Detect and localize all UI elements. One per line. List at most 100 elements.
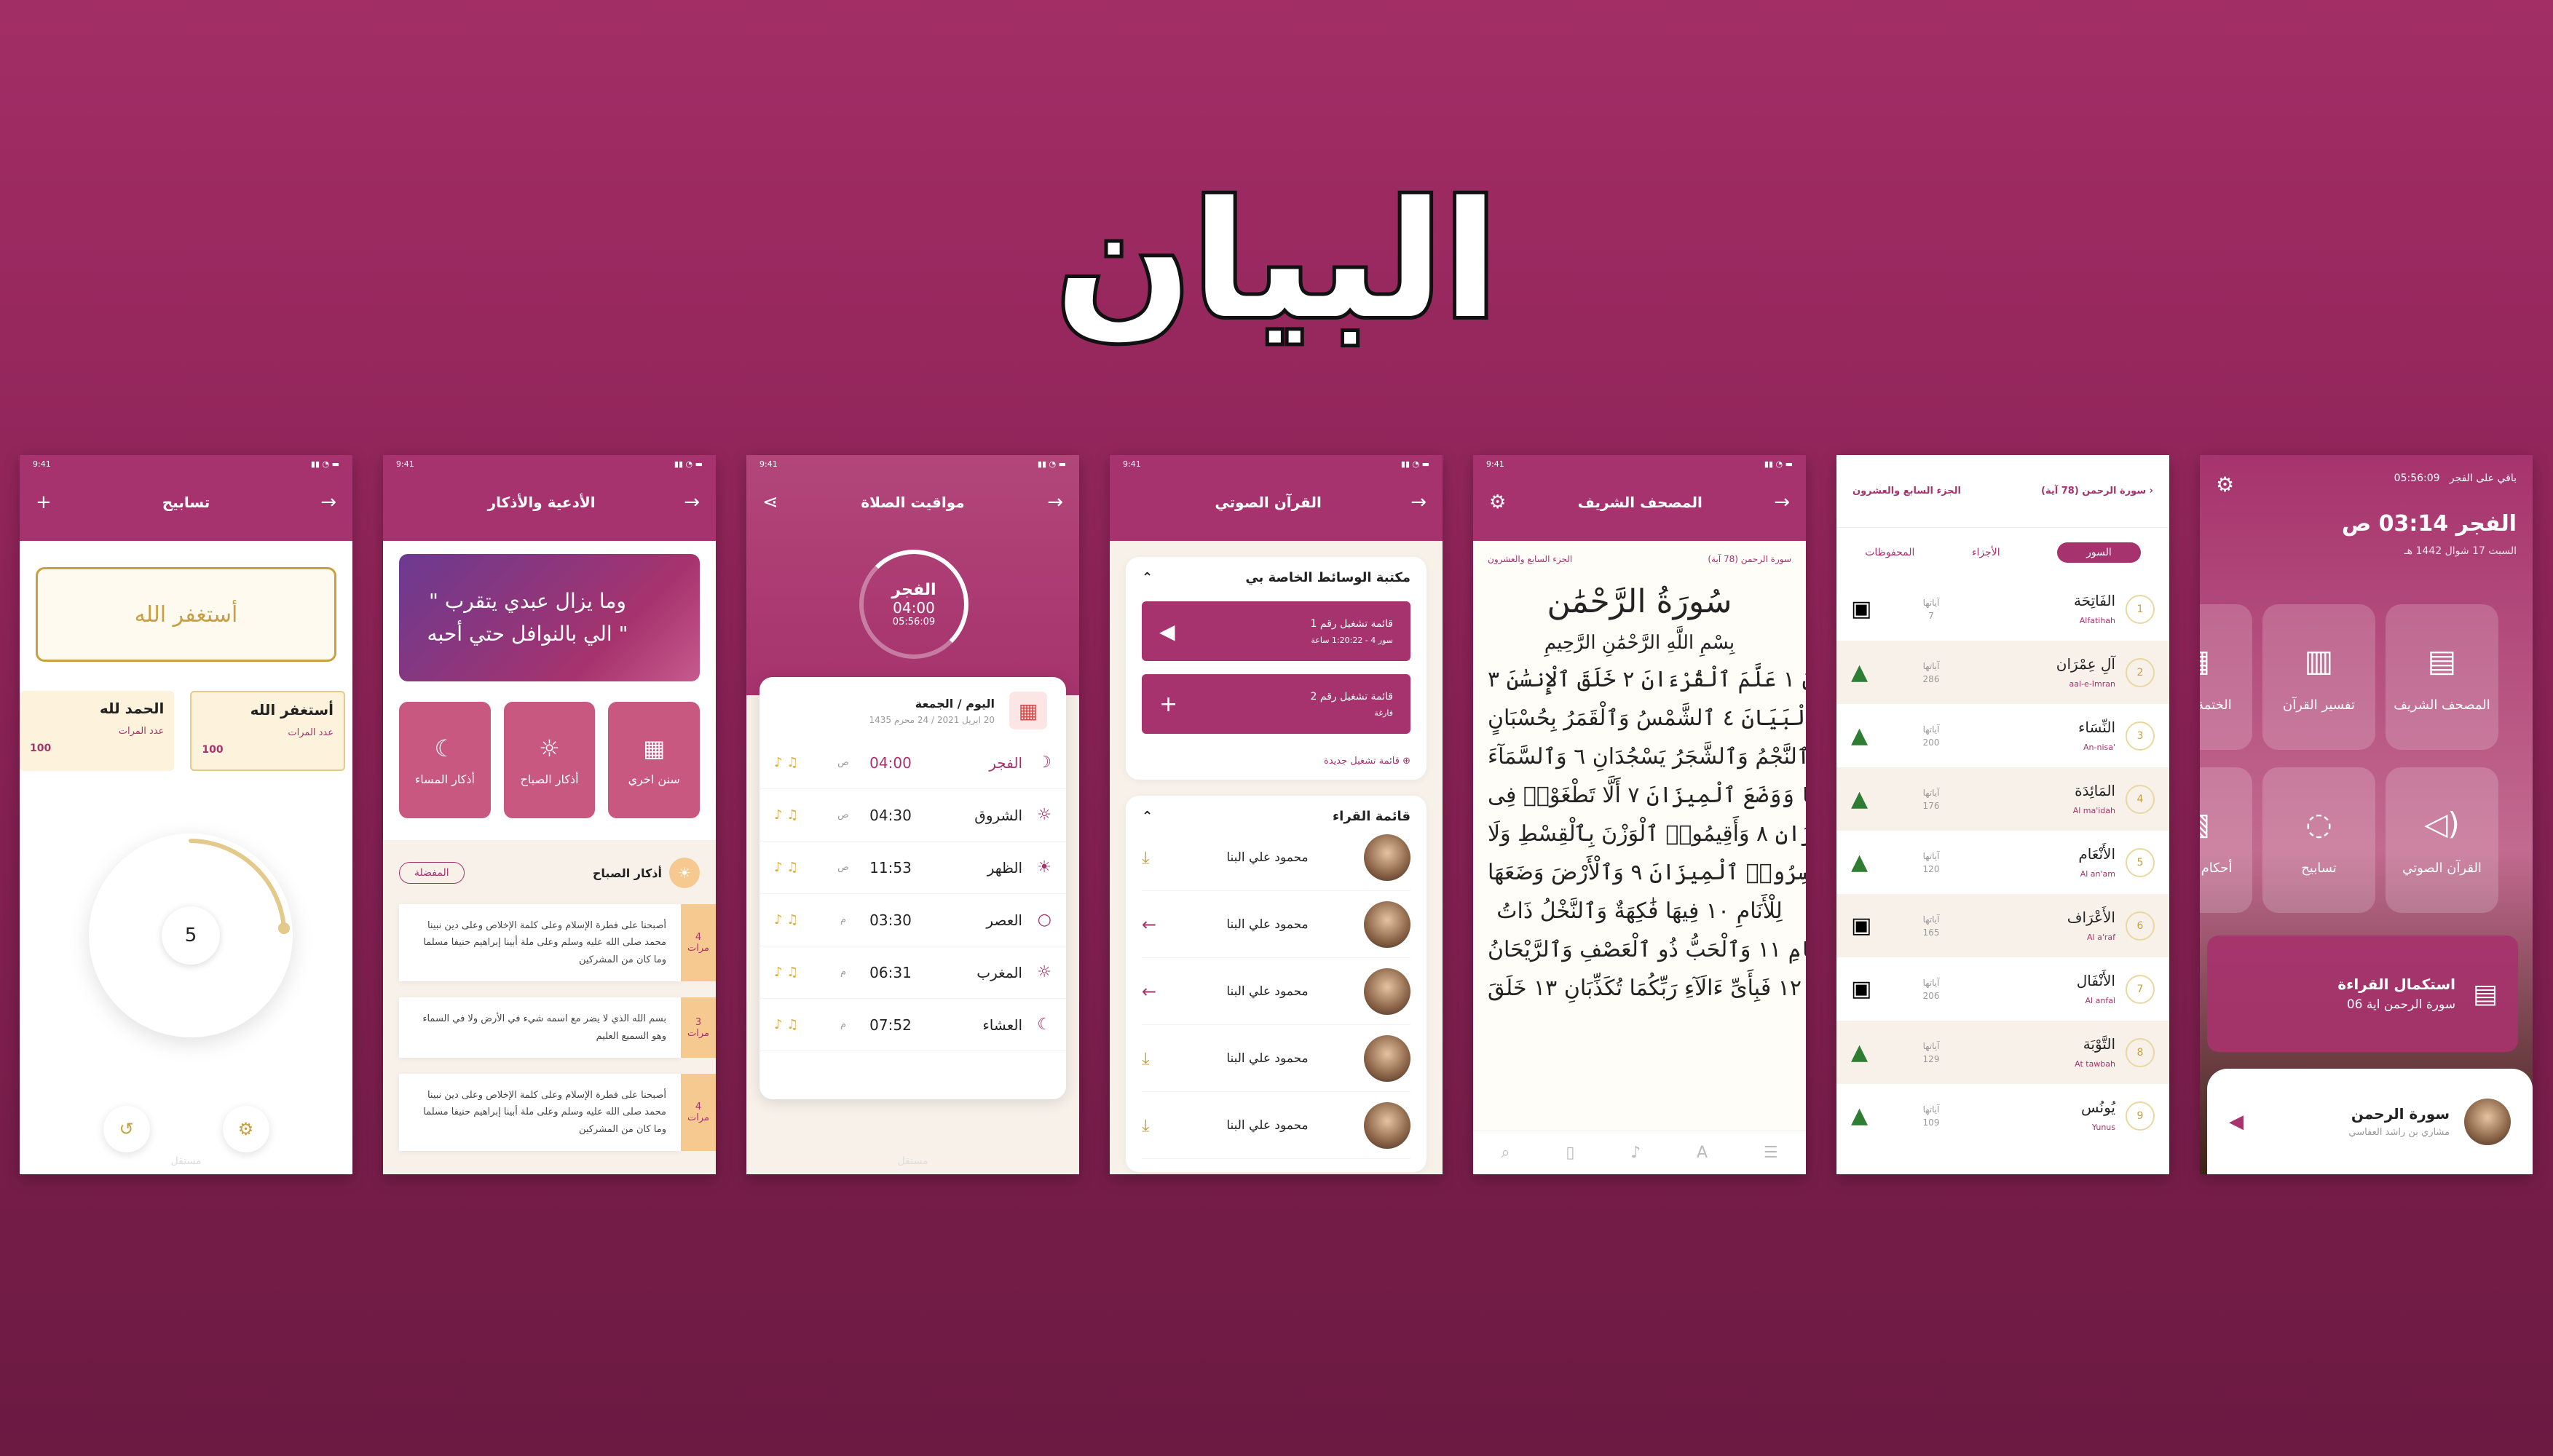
tile-mushaf[interactable]: ▤ المصحف الشريف — [2386, 604, 2498, 750]
surah-row[interactable]: ▲ آياتها 176 المَائِدَة Al ma'idah 4 — [1836, 767, 2169, 831]
surah-row[interactable]: ▲ آياتها 286 آلِ عِمْرَان aal-e-Imran 2 — [1836, 641, 2169, 704]
download-icon[interactable]: ⤓ — [1142, 847, 1171, 868]
add-icon[interactable]: + — [1159, 692, 1177, 717]
category-evening[interactable]: ☾ أذكار المساء — [399, 702, 491, 818]
arrow-left-icon[interactable]: ← — [1142, 981, 1171, 1002]
ayah-line[interactable]: ٥ وَٱلنَّجْمُ وَٱلشَّجَرُ يَسْجُدَانِ ٦ … — [1488, 744, 1806, 769]
counter-controls: ↺ ⚙ — [20, 1106, 352, 1152]
status-time: 9:41 — [1123, 459, 1141, 469]
playlist-item[interactable]: + قائمة تشغيل رقم 2 فارغة — [1142, 674, 1410, 734]
chevron-up-icon[interactable]: ⌃ — [1142, 809, 1153, 824]
chevron-up-icon[interactable]: ⌃ — [1142, 570, 1153, 585]
share-icon[interactable]: ⋖ — [762, 491, 778, 513]
favorite-button[interactable]: المفضلة — [399, 862, 465, 884]
category-morning[interactable]: ☼ أذكار الصباح — [503, 702, 596, 818]
new-playlist-link[interactable]: قائمة تشغيل جديدة ⊕ — [1142, 756, 1410, 767]
surah-row[interactable]: ▲ آياتها 129 التَّوْبَة At tawbah 8 — [1836, 1021, 2169, 1084]
ayah-line[interactable]: عَلَّمَهُ ٱلْبَيَانَ ٤ ٱلشَّمْسُ وَٱلْقَ… — [1488, 705, 1806, 731]
reader-row[interactable]: ⤓ محمود علي البنا — [1142, 824, 1410, 891]
surah-row[interactable]: ▣ آياتها 7 الفَاتِحَة Alfatihah 1 — [1836, 577, 2169, 641]
prayer-row[interactable]: ♪ ♫ م 07:52 العشاء ☾ — [759, 999, 1066, 1051]
reader-row[interactable]: ← محمود علي البنا — [1142, 891, 1410, 958]
ayat-count: 176 — [1922, 800, 1940, 811]
ayah-line[interactable]: رَفَعَهَا وَوَضَعَ ٱلْمِيزَانَ ٧ أَلَّا … — [1488, 783, 1806, 808]
mini-player[interactable]: ◀ سورة الرحمن مشاري بن راشد العفاسي — [2207, 1069, 2533, 1174]
tasbeeh-counter[interactable]: 5 — [89, 834, 293, 1037]
add-icon[interactable]: + — [36, 491, 52, 513]
reset-icon[interactable]: ↺ — [103, 1106, 150, 1152]
ayah-line[interactable]: ٱلْأَكْمَامِ ١١ وَٱلْحَبُّ ذُو ٱلْعَصْفِ… — [1488, 937, 1806, 962]
search-icon[interactable]: ⌕ — [1501, 1144, 1510, 1162]
calendar-icon[interactable]: ▦ — [1009, 692, 1047, 729]
back-arrow-icon[interactable]: → — [1410, 491, 1427, 513]
fajr-icon: ☽ — [1037, 753, 1051, 772]
bookmark-icon[interactable]: ▯ — [1566, 1144, 1574, 1162]
download-icon[interactable]: ⤓ — [1142, 1048, 1171, 1069]
tile-khatma[interactable]: ▦ الختمة والورد — [2200, 604, 2252, 750]
dhikr-card[interactable]: الحمد لله عدد المرات 100 — [20, 691, 175, 771]
category-other[interactable]: ▦ سنن اخري — [608, 702, 701, 818]
tab-juz[interactable]: الأجزاء — [1972, 547, 2000, 558]
prayer-row[interactable]: ♪ ♫ ص 04:00 الفجر ☽ — [759, 737, 1066, 789]
back-arrow-icon[interactable]: → — [320, 491, 336, 513]
tab-surahs[interactable]: السور — [2057, 542, 2141, 563]
reader-row[interactable]: ⤓ محمود علي البنا — [1142, 1092, 1410, 1159]
surah-row[interactable]: ▣ آياتها 206 الأَنْفَال Al anfal 7 — [1836, 957, 2169, 1021]
ayat-count: 129 — [1922, 1053, 1940, 1064]
playlist-item[interactable]: ◀ قائمة تشغيل رقم 1 سور 4 - 1:20:22 ساعة — [1142, 601, 1410, 661]
list-item[interactable]: أصبحنا على فطرة الإسلام وعلى كلمة الإخلا… — [399, 904, 716, 982]
ayah-line[interactable]: ٱلرَّحْمَٰنُ ١ عَلَّمَ ٱلْقُرْءَانَ ٢ خَ… — [1488, 667, 1806, 692]
tile-label: القرآن الصوتي — [2402, 860, 2482, 876]
surah-info[interactable]: سورة الرحمن (78 آية) — [1708, 554, 1791, 564]
surah-row[interactable]: ▣ آياتها 165 الأَعْرَاف Al a'raf 6 — [1836, 894, 2169, 957]
mushaf-icon: ▤ — [2427, 643, 2457, 678]
back-arrow-icon[interactable]: → — [1047, 491, 1063, 513]
gear-icon[interactable]: ⚙ — [2216, 472, 2234, 496]
surah-name: الأَنْعَام — [2078, 844, 2115, 863]
prayer-row[interactable]: ♪ ♫ م 06:31 المغرب ☼ — [759, 946, 1066, 999]
tile-tasabeeh[interactable]: ◌ تسابيح — [2262, 767, 2375, 913]
continue-reading-card[interactable]: استكمال القراءة سورة الرحمن اية 06 ▤ — [2207, 935, 2518, 1052]
gear-icon[interactable]: ⚙ — [1489, 491, 1506, 513]
ayah-line[interactable]: تُخْسِرُوا۟ ٱلْمِيزَانَ ٩ وَٱلْأَرْضَ وَ… — [1488, 860, 1806, 885]
notification-icons[interactable]: ♪ ♫ — [774, 807, 832, 823]
play-icon[interactable]: ◀ — [2229, 1111, 2244, 1133]
tile-tajweed[interactable]: ▧ أحكام التجويد — [2200, 767, 2252, 913]
surah-row[interactable]: ▲ آياتها 200 النِّسَاء An-nisa' 3 — [1836, 704, 2169, 767]
dhikr-card-selected[interactable]: أستغفر الله عدد المرات 100 — [190, 691, 345, 771]
tile-tafsir[interactable]: ▥ تفسير القرآن — [2262, 604, 2375, 750]
translate-icon[interactable]: A — [1697, 1144, 1708, 1162]
ayah-line[interactable]: ١٢ فَبِأَىِّ ءَالَآءِ رَبِّكُمَا تُكَذِّ… — [1488, 976, 1802, 1001]
notification-icons[interactable]: ♪ ♫ — [774, 912, 832, 927]
download-icon[interactable]: ⤓ — [1142, 1115, 1171, 1136]
tafsir-icon[interactable]: ☰ — [1764, 1144, 1778, 1162]
prayer-row[interactable]: ♪ ♫ م 03:30 العصر ○ — [759, 894, 1066, 946]
speaker-icon[interactable]: ♪ — [1630, 1144, 1641, 1162]
tab-saved[interactable]: المحفوظات — [1865, 547, 1914, 558]
arrow-left-icon[interactable]: ← — [1142, 914, 1171, 935]
ayah-line[interactable]: لِلْأَنَامِ ١٠ فِيهَا فَٰكِهَةٌ وَٱلنَّخ… — [1488, 898, 1791, 924]
tile-audio[interactable]: ◁) القرآن الصوتي — [2386, 767, 2498, 913]
list-item[interactable]: بسم الله الذي لا يضر مع اسمه شيء في الأر… — [399, 997, 716, 1058]
notification-icons[interactable]: ♪ ♫ — [774, 965, 832, 980]
surah-row[interactable]: ▲ آياتها 120 الأَنْعَام Al an'am 5 — [1836, 831, 2169, 894]
ayat-label: آياتها — [1922, 914, 1940, 925]
reader-row[interactable]: ← محمود علي البنا — [1142, 958, 1410, 1025]
surah-row[interactable]: ▲ آياتها 109 يُونُس Yunus 9 — [1836, 1084, 2169, 1147]
prayer-time: 11:53 — [869, 858, 912, 877]
notification-icons[interactable]: ♪ ♫ — [774, 755, 832, 770]
battery-icon: ▮▮ ◔ ▬ — [1764, 459, 1793, 469]
surah-info-text: سورة الرحمن (78 آية) — [2041, 486, 2147, 496]
notification-icons[interactable]: ♪ ♫ — [774, 1017, 832, 1032]
surah-info[interactable]: سورة الرحمن (78 آية) › — [2041, 486, 2153, 496]
ayah-line[interactable]: ٱلْمِيزَانِ ٨ وَأَقِيمُوا۟ ٱلْوَزْنَ بِٱ… — [1488, 821, 1806, 847]
prayer-row[interactable]: ♪ ♫ ص 04:30 الشروق ☼ — [759, 789, 1066, 842]
notification-icons[interactable]: ♪ ♫ — [774, 860, 832, 875]
reader-row[interactable]: ⤓ محمود علي البنا — [1142, 1025, 1410, 1092]
back-arrow-icon[interactable]: → — [1774, 491, 1790, 513]
back-arrow-icon[interactable]: → — [684, 491, 700, 513]
settings-icon[interactable]: ⚙ — [222, 1106, 269, 1152]
play-icon[interactable]: ◀ — [1159, 620, 1175, 644]
list-item[interactable]: أصبحنا على فطرة الإسلام وعلى كلمة الإخلا… — [399, 1073, 716, 1152]
prayer-row[interactable]: ♪ ♫ ص 11:53 الظهر ☀ — [759, 842, 1066, 894]
